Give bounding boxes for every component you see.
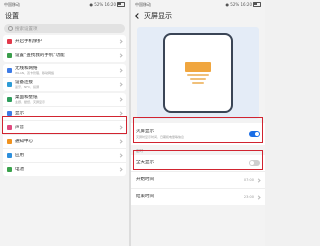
item-label: 应用 <box>15 152 24 158</box>
apps-icon <box>7 153 12 158</box>
list-item-device-connection[interactable]: 设备连接 蓝牙、NFC、投屏 <box>3 77 126 91</box>
end-time-value: 23:00 <box>243 195 254 199</box>
carrier-text: 中国移动 <box>4 1 20 7</box>
status-bar: 中国移动 ● 52% 16:20 <box>131 0 265 9</box>
chevron-right-icon <box>118 39 123 44</box>
list-item-notification-center[interactable]: 通知中心 <box>3 134 126 148</box>
start-time-label: 开始时间 <box>136 177 154 183</box>
list-item-apps[interactable]: 应用 <box>3 148 126 162</box>
battery-icon <box>7 167 12 172</box>
header: 灭屏显示 <box>131 9 265 23</box>
item-label: 设置“查找我的手机”功能 <box>15 52 65 58</box>
back-arrow-icon[interactable] <box>135 13 141 19</box>
end-time-row[interactable]: 结束时间 23:00 <box>131 188 265 205</box>
list-item-wireless[interactable]: 无线和网络 WLAN、双卡管理、移动网络 <box>3 64 126 77</box>
item-subtitle: 蓝牙、NFC、投屏 <box>15 85 40 90</box>
phone-search-icon <box>7 53 12 58</box>
chevron-right-icon <box>118 82 123 87</box>
chevron-right-icon <box>118 139 123 144</box>
desktop-icon <box>7 97 12 102</box>
search-placeholder: 搜索设置项 <box>15 26 38 32</box>
wifi-icon <box>7 68 12 73</box>
chevron-right-icon <box>118 153 123 158</box>
network-card: 无线和网络 WLAN、双卡管理、移动网络 设备连接 蓝牙、NFC、投屏 <box>3 64 126 91</box>
item-subtitle: 主题、壁纸、灭屏显示 <box>15 100 46 105</box>
chevron-right-icon <box>118 97 123 102</box>
start-time-value: 07:00 <box>243 178 254 182</box>
chevron-right-icon <box>118 111 123 116</box>
highlight-aod-toggle <box>133 117 263 143</box>
highlight-all-day <box>133 150 263 170</box>
aod-illustration-icon <box>185 62 211 84</box>
item-label: 通知中心 <box>15 138 33 144</box>
status-right-text: ● 52% 16:20 <box>89 2 116 7</box>
device-connection-icon <box>7 82 12 87</box>
chevron-right-icon <box>256 177 261 183</box>
battery-status-icon <box>117 2 125 7</box>
chevron-right-icon <box>118 53 123 58</box>
account-card: 开启手机保护 设置“查找我的手机”功能 <box>3 35 126 62</box>
item-label: 电池 <box>15 166 24 172</box>
aod-preview <box>137 27 259 119</box>
shield-icon <box>7 39 12 44</box>
list-item-desktop-wallpaper[interactable]: 桌面和壁纸 主题、壁纸、灭屏显示 <box>3 93 126 106</box>
item-label: 开启手机保护 <box>15 38 42 44</box>
item-subtitle: WLAN、双卡管理、移动网络 <box>15 71 55 76</box>
aod-settings-screen: 中国移动 ● 52% 16:20 灭屏显示 灭屏显示 灭屏时显示时间、日期和电量… <box>131 0 265 246</box>
phone-illustration <box>163 33 233 113</box>
list-item-phone-protection[interactable]: 开启手机保护 <box>3 35 126 48</box>
carrier-text: 中国移动 <box>135 1 151 7</box>
battery-status-icon <box>253 2 261 7</box>
end-time-label: 结束时间 <box>136 194 154 200</box>
chevron-right-icon <box>118 167 123 172</box>
search-input[interactable]: 搜索设置项 <box>4 24 125 33</box>
search-icon <box>8 26 13 31</box>
chevron-right-icon <box>256 194 261 200</box>
start-time-row[interactable]: 开始时间 07:00 <box>131 171 265 188</box>
list-item-battery[interactable]: 电池 <box>3 162 126 176</box>
page-title: 灭屏显示 <box>144 12 172 20</box>
settings-screen: 中国移动 ● 52% 16:20 设置 搜索设置项 开启手机保护 设置“查找我的… <box>0 0 129 246</box>
list-item-find-my-phone[interactable]: 设置“查找我的手机”功能 <box>3 48 126 62</box>
highlight-desktop-wallpaper <box>2 116 127 134</box>
chevron-right-icon <box>118 68 123 73</box>
page-title: 设置 <box>5 12 19 20</box>
personalization-card: 桌面和壁纸 主题、壁纸、灭屏显示 显示 声音 通知中心 应用 电池 <box>3 93 126 176</box>
status-bar: 中国移动 ● 52% 16:20 <box>0 0 129 9</box>
notification-icon <box>7 139 12 144</box>
status-right-text: ● 52% 16:20 <box>225 2 252 7</box>
